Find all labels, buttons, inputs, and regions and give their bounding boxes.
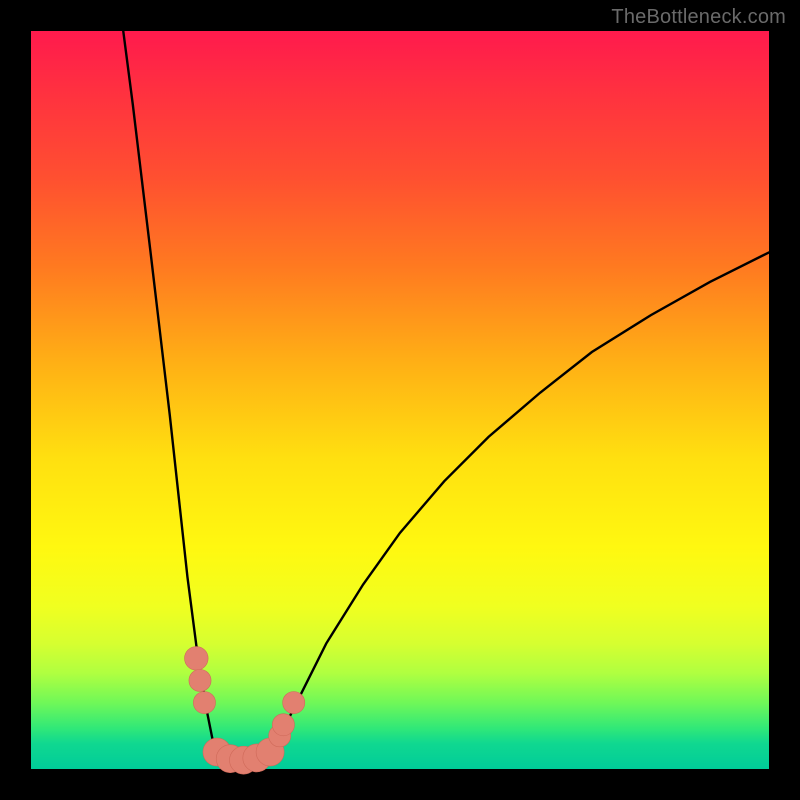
curve-marker — [189, 669, 211, 691]
curve-marker — [272, 714, 294, 736]
chart-overlay — [31, 31, 769, 769]
watermark-text: TheBottleneck.com — [611, 6, 786, 29]
chart-frame: TheBottleneck.com — [0, 0, 800, 800]
bottleneck-curve — [123, 31, 769, 762]
marker-group — [185, 646, 305, 774]
curve-marker — [185, 646, 209, 670]
curve-marker — [283, 692, 305, 714]
curve-group — [123, 31, 769, 762]
curve-marker — [193, 692, 215, 714]
